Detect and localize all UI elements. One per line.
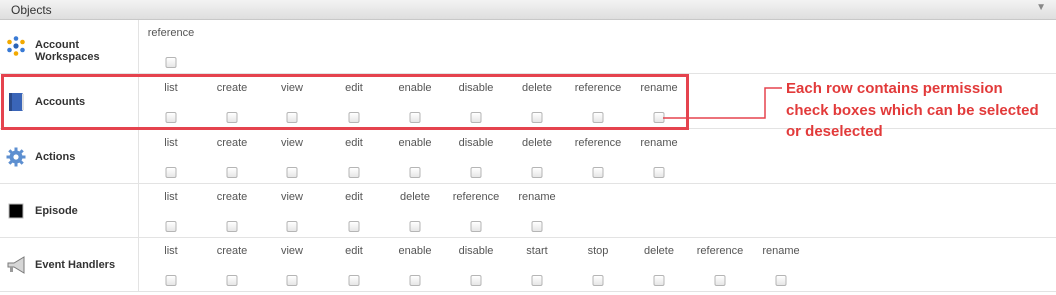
object-name: Episode [35,205,78,217]
permission-checkbox-create[interactable] [226,221,238,232]
objects-section-header[interactable]: Objects ▼ [0,0,1056,20]
object-name-cell: Episode [0,184,139,237]
permission-checkbox-enable[interactable] [409,275,421,286]
permission-checkbox-list[interactable] [165,275,177,286]
permission-label-enable: enable [398,245,432,257]
permission-checkbox-delete[interactable] [531,167,543,178]
permission-checkbox-start[interactable] [531,275,543,286]
permission-checkbox-list[interactable] [165,167,177,178]
permission-checkbox-delete[interactable] [653,275,665,286]
dots-cluster-icon [6,36,26,56]
permission-checkbox-disable[interactable] [470,275,482,286]
object-name-cell: Event Handlers [0,238,139,291]
annotation-connector [663,87,782,119]
gear-icon [6,147,26,167]
permission-checkbox-edit[interactable] [348,167,360,178]
permission-label-reference: reference [147,27,195,39]
permission-checkbox-create[interactable] [226,167,238,178]
permission-label-view: view [280,137,304,149]
permission-label-view: view [280,191,304,203]
object-name-cell: Account Workspaces [0,20,139,73]
permission-label-create: create [216,191,248,203]
permission-checkbox-view[interactable] [286,167,298,178]
permission-label-list: list [164,191,178,203]
permission-checkbox-reference[interactable] [470,221,482,232]
permission-label-reference: reference [696,245,744,257]
permission-label-edit: edit [345,191,363,203]
permission-label-stop: stop [587,245,609,257]
permission-label-create: create [216,137,248,149]
permission-checkbox-create[interactable] [226,275,238,286]
permission-checkbox-edit[interactable] [348,275,360,286]
permission-label-edit: edit [345,137,363,149]
annotation-text: Each row contains permission check boxes… [786,80,1039,140]
chevron-down-icon[interactable]: ▼ [1036,2,1046,13]
object-name: Event Handlers [35,259,116,271]
permission-label-delete: delete [644,245,674,257]
black-square-icon [6,201,26,221]
permission-label-reference: reference [574,137,622,149]
permission-label-create: create [216,245,248,257]
permission-row: Episode list create view edit delete reference… [0,184,1056,238]
permission-label-view: view [280,245,304,257]
object-name: Account Workspaces [35,39,100,63]
permission-label-delete: delete [400,191,430,203]
permission-checkbox-rename[interactable] [531,221,543,232]
permission-checkbox-stop[interactable] [592,275,604,286]
permission-label-rename: rename [640,137,678,149]
permission-checkbox-disable[interactable] [470,167,482,178]
permission-label-enable: enable [398,137,432,149]
permission-checkbox-view[interactable] [286,221,298,232]
section-title: Objects [11,3,52,17]
megaphone-icon [6,255,26,275]
object-name: Actions [35,151,76,163]
permission-checkbox-rename[interactable] [653,167,665,178]
permission-checkbox-list[interactable] [165,221,177,232]
permission-label-start: start [526,245,548,257]
permission-checkbox-reference[interactable] [714,275,726,286]
permission-row: Account Workspaces reference [0,20,1056,74]
permission-label-list: list [164,137,178,149]
permission-checkbox-reference[interactable] [165,57,177,68]
highlight-box [1,74,689,130]
permission-checkbox-enable[interactable] [409,167,421,178]
permission-checkbox-view[interactable] [286,275,298,286]
permission-checkbox-edit[interactable] [348,221,360,232]
permission-label-delete: delete [522,137,552,149]
permission-row: Event Handlers list create view edit enable di… [0,238,1056,292]
permission-checkbox-reference[interactable] [592,167,604,178]
permission-checkbox-delete[interactable] [409,221,421,232]
permission-label-edit: edit [345,245,363,257]
permission-label-disable: disable [458,245,494,257]
permission-label-reference: reference [452,191,500,203]
permission-label-rename: rename [518,191,556,203]
permission-label-list: list [164,245,178,257]
permission-checkbox-rename[interactable] [775,275,787,286]
permission-label-disable: disable [458,137,494,149]
object-name-cell: Actions [0,130,139,183]
permission-label-rename: rename [762,245,800,257]
